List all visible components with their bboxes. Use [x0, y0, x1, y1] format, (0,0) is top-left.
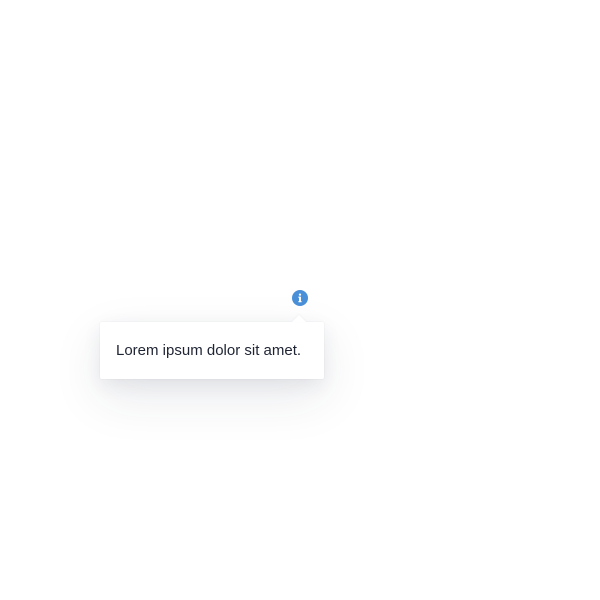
info-button[interactable] [292, 290, 308, 306]
tooltip: Lorem ipsum dolor sit amet. [100, 315, 324, 379]
tooltip-text: Lorem ipsum dolor sit amet. [116, 342, 302, 359]
tooltip-arrow [292, 315, 306, 322]
info-icon [298, 293, 302, 303]
